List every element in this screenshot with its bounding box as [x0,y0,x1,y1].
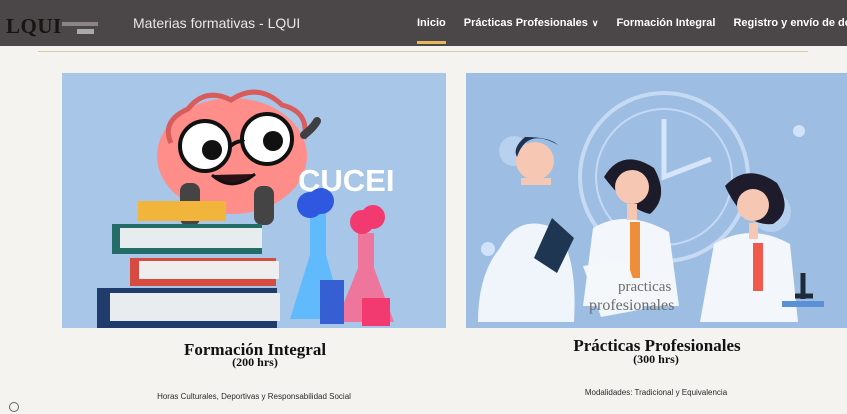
practicas-profesionales-hours: (300 hrs) [633,352,679,366]
brain-books-illustration: CUCEI [62,73,446,328]
logo-text: LQUI [6,14,62,38]
nav-practicas-profesionales[interactable]: Prácticas Profesionales ∨ [464,0,599,46]
main-navigation: Inicio Prácticas Profesionales ∨ Formaci… [417,0,847,46]
site-title[interactable]: Materias formativas - LQUI [133,15,300,31]
formacion-integral-description: Horas Culturales, Deportivas y Responsab… [157,392,351,401]
practicas-image-line1: practicas [618,279,671,295]
practicas-profesionales-image[interactable]: practicas profesionales [466,73,847,328]
chevron-down-icon: ∨ [591,17,599,28]
formacion-integral-hours: (200 hrs) [232,355,278,369]
nav-practicas-label: Prácticas Profesionales [463,17,588,29]
practicas-image-line2: profesionales [589,297,674,314]
formacion-integral-image[interactable]: CUCEI [62,73,446,328]
header-divider [38,51,808,52]
nav-registro-label: Registro y envío de docum [733,17,847,29]
practicas-profesionales-description: Modalidades: Tradicional y Equivalencia [584,388,728,397]
nav-formacion-label: Formación Integral [616,17,716,29]
nav-inicio[interactable]: Inicio [417,0,446,46]
scientists-illustration: practicas profesionales [466,73,847,328]
top-navigation-bar: LQUI Materias formativas - LQUI Inicio P… [0,0,847,46]
nav-formacion-integral[interactable]: Formación Integral [616,0,715,46]
nav-inicio-label: Inicio [417,17,446,29]
nav-registro-envio[interactable]: Registro y envío de docum [733,0,847,46]
circle-icon [9,402,19,412]
